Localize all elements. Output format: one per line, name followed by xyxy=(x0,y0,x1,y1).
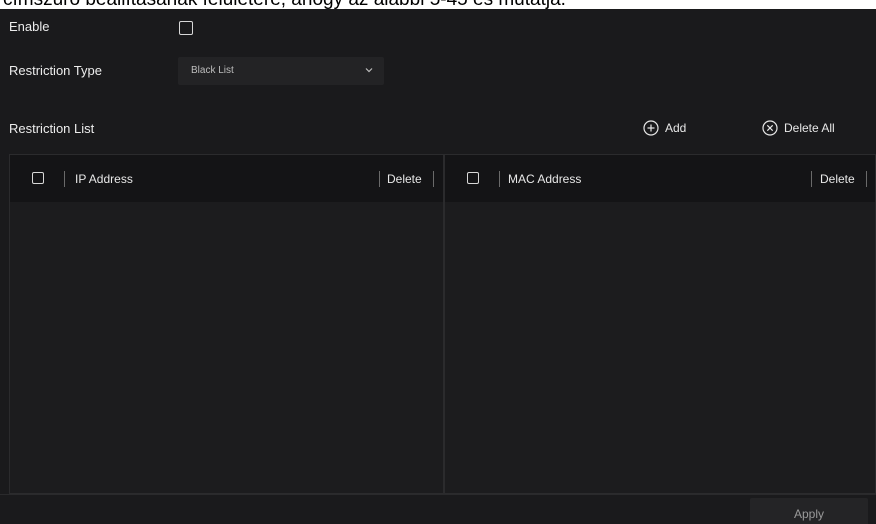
column-divider xyxy=(866,171,867,187)
ip-delete-column-header: Delete xyxy=(387,172,422,186)
restriction-list-label: Restriction List xyxy=(9,121,95,136)
mac-select-all-checkbox[interactable] xyxy=(467,172,479,184)
column-divider xyxy=(379,171,380,187)
mac-address-column-header[interactable]: MAC Address xyxy=(508,172,581,186)
ip-select-all-checkbox[interactable] xyxy=(32,172,44,184)
ip-address-column-header[interactable]: IP Address xyxy=(75,172,133,186)
delete-all-label: Delete All xyxy=(784,121,835,135)
ip-address-table: IP Address Delete xyxy=(9,154,444,494)
column-divider xyxy=(811,171,812,187)
apply-button[interactable]: Apply xyxy=(750,498,868,524)
footer-divider xyxy=(0,494,876,495)
enable-checkbox[interactable] xyxy=(179,21,193,35)
ip-table-header: IP Address Delete xyxy=(10,155,443,202)
add-label: Add xyxy=(665,121,687,135)
add-button[interactable]: Add xyxy=(643,120,686,136)
restriction-type-select[interactable]: Black List xyxy=(178,57,384,85)
plus-circle-icon xyxy=(643,120,659,136)
x-circle-icon xyxy=(762,120,778,136)
enable-label: Enable xyxy=(9,19,50,34)
delete-all-button[interactable]: Delete All xyxy=(762,120,835,136)
apply-label: Apply xyxy=(793,507,825,521)
restriction-type-value: Black List xyxy=(191,65,234,76)
mac-delete-column-header: Delete xyxy=(820,172,855,186)
column-divider xyxy=(433,171,434,187)
column-divider xyxy=(64,171,65,187)
restriction-type-label: Restriction Type xyxy=(9,63,102,78)
settings-panel: Enable Restriction Type Black List Restr… xyxy=(0,9,876,524)
document-caption: címszűrő beállításának felületére, ahogy… xyxy=(3,0,566,9)
column-divider xyxy=(499,171,500,187)
mac-table-header: MAC Address Delete xyxy=(445,155,875,202)
chevron-down-icon xyxy=(365,68,373,73)
document-caption-strip: címszűrő beállításának felületére, ahogy… xyxy=(0,0,876,9)
mac-address-table: MAC Address Delete xyxy=(444,154,876,494)
